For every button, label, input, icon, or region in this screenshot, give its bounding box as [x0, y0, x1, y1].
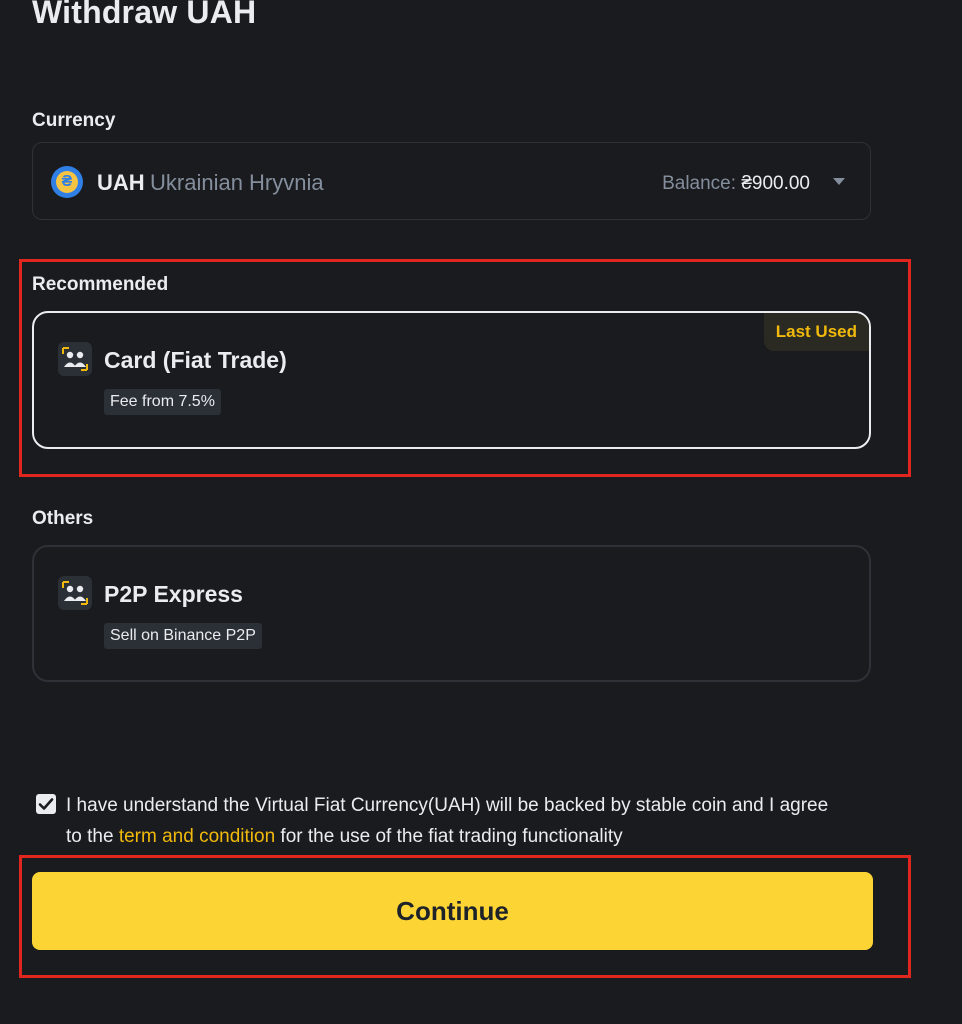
others-label: Others	[32, 508, 94, 529]
recommended-label: Recommended	[32, 274, 169, 295]
method-description-tag: Sell on Binance P2P	[104, 623, 262, 649]
balance-value: ₴900.00	[741, 173, 810, 194]
method-card-card-fiat-trade[interactable]: Card (Fiat Trade) Fee from 7.5% Last Use…	[32, 311, 871, 449]
method-card-p2p-express[interactable]: P2P Express Sell on Binance P2P	[32, 545, 871, 682]
agreement-text: I have understand the Virtual Fiat Curre…	[66, 795, 829, 847]
terms-link[interactable]: term and condition	[119, 826, 275, 847]
agreement-checkbox[interactable]	[36, 794, 56, 814]
last-used-badge: Last Used	[763, 313, 869, 351]
checkmark-icon	[38, 798, 54, 810]
p2p-people-icon	[58, 576, 92, 610]
method-name: P2P Express	[104, 581, 243, 607]
p2p-people-icon	[58, 342, 92, 376]
chevron-down-icon[interactable]	[833, 178, 845, 185]
currency-select[interactable]: ₴ UAH Ukrainian Hryvnia Balance: ₴900.00	[32, 142, 871, 220]
currency-label: Currency	[32, 110, 116, 131]
balance-display: Balance: ₴900.00	[662, 173, 810, 194]
currency-code: UAH	[97, 170, 145, 195]
continue-button[interactable]: Continue	[32, 872, 873, 950]
currency-name: Ukrainian Hryvnia	[150, 170, 324, 195]
uah-coin-icon: ₴	[51, 166, 83, 198]
fee-tag: Fee from 7.5%	[104, 389, 221, 415]
page-title: Withdraw UAH	[32, 0, 257, 30]
method-name: Card (Fiat Trade)	[104, 347, 287, 373]
